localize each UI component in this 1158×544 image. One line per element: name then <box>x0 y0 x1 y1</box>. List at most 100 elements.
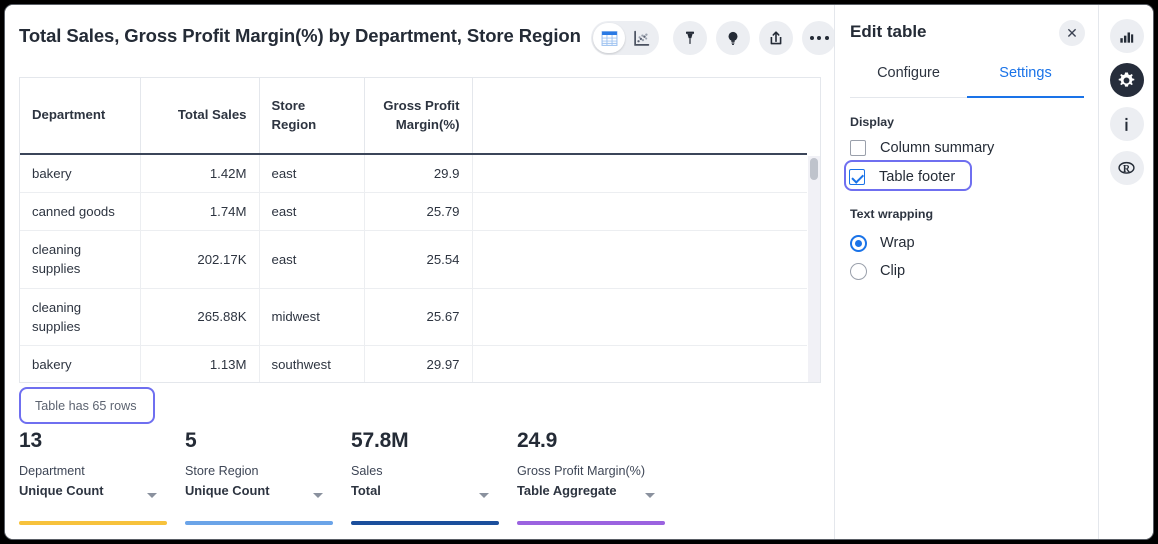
pin-icon <box>681 29 699 47</box>
table-scrollbar-thumb[interactable] <box>810 158 818 180</box>
stat-color-bar <box>185 521 333 525</box>
cell-gross-profit-margin: 25.67 <box>364 288 472 345</box>
viz-toolbar <box>591 20 836 56</box>
table-row[interactable]: cleaning supplies 265.88K midwest 25.67 <box>20 288 807 345</box>
table-row[interactable]: bakery 1.13M southwest 29.97 <box>20 345 807 383</box>
column-header-empty <box>472 78 807 154</box>
cell-store-region: southwest <box>259 345 364 383</box>
stat-field: Department <box>19 462 165 481</box>
data-table-container: Department Total Sales Store Region Gros… <box>19 77 821 383</box>
cell-gross-profit-margin: 25.79 <box>364 193 472 231</box>
cell-gross-profit-margin: 29.9 <box>364 154 472 193</box>
stat-color-bar <box>517 521 665 525</box>
table-header-row: Department Total Sales Store Region Gros… <box>20 78 807 154</box>
chevron-down-icon[interactable] <box>645 493 655 498</box>
edit-table-panel: Edit table ✕ Configure Settings Display … <box>834 5 1098 539</box>
stat-color-bar <box>19 521 167 525</box>
stat-aggregation[interactable]: Unique Count <box>19 481 165 500</box>
cell-empty <box>472 193 807 231</box>
panel-title: Edit table <box>850 22 927 42</box>
radio-unselected-icon <box>850 263 867 280</box>
stat-aggregation[interactable]: Table Aggregate <box>517 481 663 500</box>
stat-card-store-region: 5 Store Region Unique Count <box>185 430 351 525</box>
table-footer[interactable]: Table has 65 rows <box>19 387 155 424</box>
checkbox-column-summary[interactable]: Column summary <box>850 136 994 160</box>
table-grid-icon <box>601 30 618 47</box>
tab-settings[interactable]: Settings <box>967 65 1084 98</box>
stat-color-bar <box>351 521 499 525</box>
insight-button[interactable] <box>716 21 750 55</box>
stat-value: 13 <box>19 430 165 451</box>
stat-card-gross-profit-margin: 24.9 Gross Profit Margin(%) Table Aggreg… <box>517 430 683 525</box>
share-button[interactable] <box>759 21 793 55</box>
cell-total-sales: 1.42M <box>140 154 259 193</box>
close-icon[interactable]: ✕ <box>1059 20 1085 46</box>
radio-selected-icon <box>850 235 867 252</box>
cell-empty <box>472 345 807 383</box>
cell-total-sales: 265.88K <box>140 288 259 345</box>
cell-store-region: midwest <box>259 288 364 345</box>
cell-store-region: east <box>259 193 364 231</box>
view-mode-toggle <box>591 21 659 55</box>
table-scrollbar-track[interactable] <box>808 156 820 383</box>
table-row[interactable]: cleaning supplies 202.17K east 25.54 <box>20 231 807 288</box>
right-icon-rail: R <box>1098 5 1154 539</box>
rail-item-settings[interactable] <box>1110 63 1144 97</box>
table-head: Department Total Sales Store Region Gros… <box>20 78 807 154</box>
cell-department: canned goods <box>20 193 140 231</box>
checkbox-label: Table footer <box>879 169 955 185</box>
share-upload-icon <box>767 29 785 47</box>
summary-stats: 13 Department Unique Count 5 Store Regio… <box>19 430 809 525</box>
radio-wrap[interactable]: Wrap <box>850 231 915 255</box>
stat-value: 57.8M <box>351 430 497 451</box>
text-wrapping-section-label: Text wrapping <box>850 207 933 221</box>
stat-field: Gross Profit Margin(%) <box>517 462 663 481</box>
cell-department: bakery <box>20 345 140 383</box>
stat-value: 5 <box>185 430 331 451</box>
stat-field: Store Region <box>185 462 331 481</box>
cell-department: cleaning supplies <box>20 288 140 345</box>
table-row[interactable]: bakery 1.42M east 29.9 <box>20 154 807 193</box>
info-icon <box>1118 116 1135 133</box>
table-grid-icon-button[interactable] <box>593 23 625 53</box>
cell-store-region: east <box>259 231 364 288</box>
rail-item-charts[interactable] <box>1110 19 1144 53</box>
rail-item-r-console[interactable]: R <box>1110 151 1144 185</box>
checkbox-unchecked-icon <box>850 140 866 156</box>
more-options-button[interactable] <box>802 21 836 55</box>
gear-icon <box>1117 71 1136 90</box>
pin-button[interactable] <box>673 21 707 55</box>
scatter-plot-icon <box>633 30 650 47</box>
checkbox-label: Column summary <box>880 140 994 156</box>
app-window: Total Sales, Gross Profit Margin(%) by D… <box>4 4 1154 540</box>
cell-gross-profit-margin: 29.97 <box>364 345 472 383</box>
scatter-plot-icon-button[interactable] <box>625 23 657 53</box>
svg-text:R: R <box>1123 163 1131 174</box>
chevron-down-icon[interactable] <box>479 493 489 498</box>
chevron-down-icon[interactable] <box>147 493 157 498</box>
stat-card-department: 13 Department Unique Count <box>19 430 185 525</box>
checkbox-table-footer[interactable]: Table footer <box>849 165 955 189</box>
radio-clip[interactable]: Clip <box>850 259 905 283</box>
stat-field: Sales <box>351 462 497 481</box>
rail-item-info[interactable] <box>1110 107 1144 141</box>
column-header-department[interactable]: Department <box>20 78 140 154</box>
more-options-icon <box>810 36 829 40</box>
table-row[interactable]: canned goods 1.74M east 25.79 <box>20 193 807 231</box>
column-header-total-sales[interactable]: Total Sales <box>140 78 259 154</box>
cell-store-region: east <box>259 154 364 193</box>
chevron-down-icon[interactable] <box>313 493 323 498</box>
checkbox-checked-icon <box>849 169 865 185</box>
data-table: Department Total Sales Store Region Gros… <box>20 78 807 383</box>
column-header-store-region[interactable]: Store Region <box>259 78 364 154</box>
cell-total-sales: 1.13M <box>140 345 259 383</box>
cell-empty <box>472 154 807 193</box>
panel-tabs: Configure Settings <box>850 65 1084 98</box>
display-section-label: Display <box>850 115 894 129</box>
stat-aggregation[interactable]: Total <box>351 481 497 500</box>
page-title: Total Sales, Gross Profit Margin(%) by D… <box>19 25 581 47</box>
stat-aggregation[interactable]: Unique Count <box>185 481 331 500</box>
cell-department: cleaning supplies <box>20 231 140 288</box>
tab-configure[interactable]: Configure <box>850 65 967 98</box>
column-header-gross-profit-margin[interactable]: Gross Profit Margin(%) <box>364 78 472 154</box>
